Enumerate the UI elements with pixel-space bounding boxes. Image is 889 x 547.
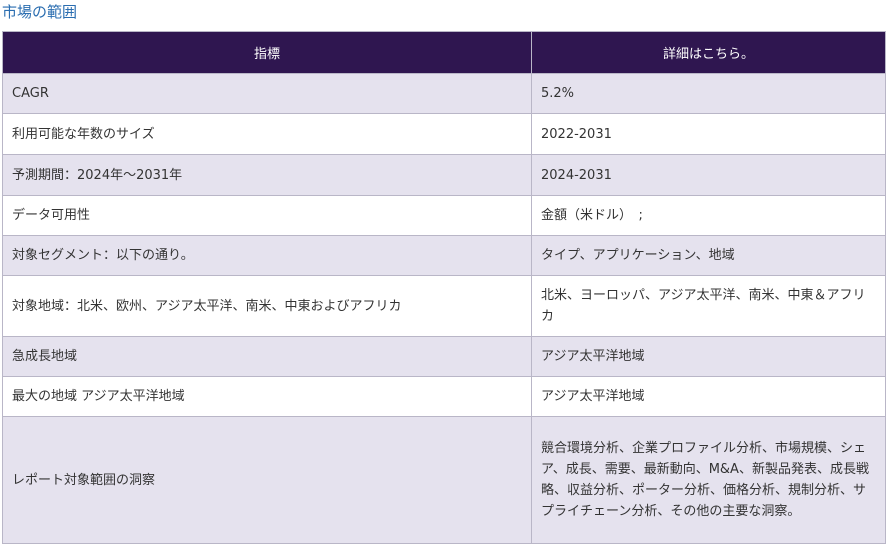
row-label: データ可用性 [2,195,532,236]
table-row: 対象地域：北米、欧州、アジア太平洋、南米、中東およびアフリカ 北米、ヨーロッパ、… [2,275,886,337]
page-title: 市場の範囲 [2,3,78,21]
table-row: 対象セグメント：以下の通り。 タイプ、アプリケーション、地域 [2,235,886,276]
row-label: 対象セグメント：以下の通り。 [2,235,532,276]
row-value: 競合環境分析、企業プロファイル分析、市場規模、シェア、成長、需要、最新動向、M&… [531,416,886,544]
row-label: 最大の地域 アジア太平洋地域 [2,376,532,417]
table-row: 利用可能な年数のサイズ 2022-2031 [2,113,886,155]
row-label: CAGR [2,73,532,114]
row-value: 5.2% [531,73,886,114]
table-row: 最大の地域 アジア太平洋地域 アジア太平洋地域 [2,376,886,417]
row-value: アジア太平洋地域 [531,336,886,377]
row-value: タイプ、アプリケーション、地域 [531,235,886,276]
table-row: レポート対象範囲の洞察 競合環境分析、企業プロファイル分析、市場規模、シェア、成… [2,416,886,544]
table-row: 予測期間：2024年～2031年 2024-2031 [2,154,886,196]
row-value: 北米、ヨーロッパ、アジア太平洋、南米、中東＆アフリカ [531,275,886,337]
row-value: 2022-2031 [531,113,886,155]
row-value: アジア太平洋地域 [531,376,886,417]
row-label: 利用可能な年数のサイズ [2,113,532,155]
row-label: レポート対象範囲の洞察 [2,416,532,544]
row-label: 対象地域：北米、欧州、アジア太平洋、南米、中東およびアフリカ [2,275,532,337]
row-value: 金額（米ドル） ; [531,195,886,236]
row-value: 2024-2031 [531,154,886,196]
table-header-row: 指標 詳細はこちら。 [2,31,886,74]
table-row: データ可用性 金額（米ドル） ; [2,195,886,236]
header-metric: 指標 [2,31,532,74]
row-label: 予測期間：2024年～2031年 [2,154,532,196]
table-row: 急成長地域 アジア太平洋地域 [2,336,886,377]
header-details: 詳細はこちら。 [531,31,886,74]
row-label: 急成長地域 [2,336,532,377]
market-scope-table: 指標 詳細はこちら。 CAGR 5.2% 利用可能な年数のサイズ 2022-20… [2,31,886,544]
table-row: CAGR 5.2% [2,73,886,114]
